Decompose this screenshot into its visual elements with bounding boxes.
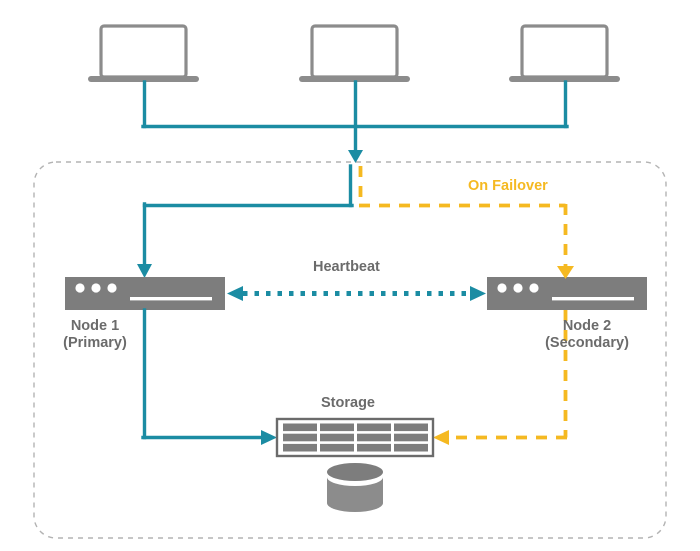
storage-bay-r2c1 (283, 433, 317, 442)
storage-bay-r1c4 (394, 423, 428, 432)
storage-bay-r3c3 (357, 443, 391, 452)
node2-label-line2: (Secondary) (545, 335, 629, 351)
node1-led-2 (91, 283, 101, 293)
database-cylinder-icon (327, 463, 383, 512)
bus-center-arrowhead (348, 150, 363, 163)
node2-led-1 (497, 283, 507, 293)
node1-server[interactable] (65, 277, 225, 310)
node1-led-3 (107, 283, 117, 293)
node2-led-2 (513, 283, 523, 293)
node2-slot-bar (552, 297, 634, 301)
storage-bay-r1c1 (283, 423, 317, 432)
failover-label: On Failover (468, 178, 548, 194)
node1-inbound-arrowhead (137, 264, 152, 278)
node2-label-line1: Node 2 (562, 318, 612, 334)
storage-array[interactable] (275, 417, 435, 458)
storage-bay-r2c2 (320, 433, 354, 442)
node1-to-storage-path (141, 308, 264, 440)
heartbeat-label: Heartbeat (313, 259, 380, 275)
node1-led-1 (75, 283, 85, 293)
storage-label: Storage (321, 395, 375, 411)
storage-bay-r3c2 (320, 443, 354, 452)
heartbeat-arrow-left (227, 286, 243, 301)
storage-bay-r1c2 (320, 423, 354, 432)
node2-label: Node 2 (Secondary) (512, 318, 662, 352)
node1-label-line1: Node 1 (70, 318, 120, 334)
client-network-bus (141, 80, 569, 157)
node2-server[interactable] (487, 277, 647, 310)
database-top (327, 463, 383, 481)
node2-led-3 (529, 283, 539, 293)
storage-bay-r3c1 (283, 443, 317, 452)
storage-bay-r1c3 (357, 423, 391, 432)
storage-inbound-arrowhead-yellow (433, 430, 449, 445)
laptop-screen-left (99, 24, 188, 79)
client-laptop-left[interactable] (88, 24, 199, 82)
node1-slot-bar (130, 297, 212, 301)
diagram-canvas: Node 1 (Primary) Node 2 (Secondary) Hear… (0, 0, 700, 551)
client-laptop-center[interactable] (299, 24, 410, 82)
storage-bay-r2c3 (357, 433, 391, 442)
node1-label-line2: (Primary) (63, 335, 127, 351)
node1-label: Node 1 (Primary) (45, 318, 145, 352)
client-laptop-right[interactable] (509, 24, 620, 82)
heartbeat-arrow-right (470, 286, 486, 301)
storage-inbound-arrowhead-teal (261, 430, 277, 445)
heartbeat-link (227, 286, 486, 301)
diagram-svg (33, 24, 667, 539)
storage-bay-r3c4 (394, 443, 428, 452)
laptop-screen-center (310, 24, 399, 79)
laptop-screen-right (520, 24, 609, 79)
node2-chassis (487, 277, 647, 310)
node1-chassis (65, 277, 225, 310)
storage-bay-r2c4 (394, 433, 428, 442)
active-path-to-node1 (142, 164, 354, 270)
